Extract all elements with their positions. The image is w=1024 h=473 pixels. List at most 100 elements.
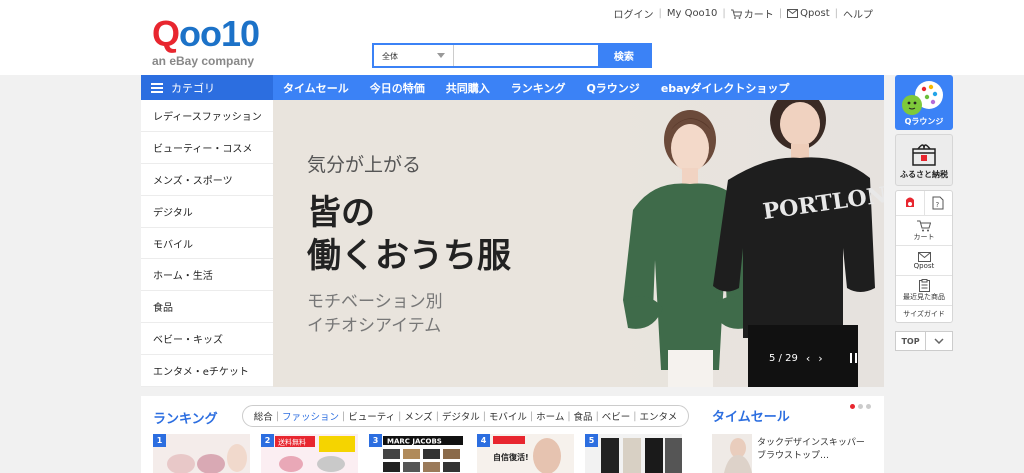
timesale-item[interactable]: タックデザインスキッパーブラウストップ…	[712, 434, 872, 473]
svg-text:?: ?	[936, 201, 940, 209]
ranking-title[interactable]: ランキング	[153, 408, 218, 427]
banner-tagline: 気分が上がる	[307, 154, 422, 176]
my-qoo10-label: My Qoo10	[666, 8, 718, 19]
chevron-left-icon[interactable]: ‹	[806, 352, 810, 365]
logo-subtitle: an eBay company	[152, 54, 255, 68]
ranking-tab-mens[interactable]: メンズ	[401, 409, 435, 423]
furusato-label: ふるさと納税	[900, 170, 948, 179]
qlounge-button[interactable]: Qラウンジ	[895, 75, 953, 130]
sidebar-item-home[interactable]: ホーム・生活	[141, 259, 273, 292]
ranking-tab-food[interactable]: 食品	[571, 409, 596, 423]
right-quick-bar: Qラウンジ ふるさと納税 ? カート Qpost 最近見た商品 サイズガイド T…	[895, 75, 953, 351]
my-qoo10-link[interactable]: My Qoo10	[662, 8, 723, 19]
sidebar-item-food[interactable]: 食品	[141, 291, 273, 324]
nav-ebay-direct[interactable]: ebayダイレクトショップ	[661, 80, 790, 96]
quick-qpost[interactable]: Qpost	[896, 246, 952, 276]
qlounge-label: Qラウンジ	[904, 117, 944, 126]
logo-q: Q	[152, 13, 180, 54]
quick-qpost-label: Qpost	[913, 261, 935, 270]
coupon-icon[interactable]	[896, 191, 925, 215]
nav-timesale[interactable]: タイムセール	[283, 80, 349, 96]
header: Qoo10 an eBay company ログイン | My Qoo10 | …	[0, 0, 1024, 75]
product-thumbnail: 送料無料	[261, 434, 358, 473]
search-category-value: 全体	[382, 52, 398, 61]
cart-label: カート	[743, 10, 774, 21]
pause-icon[interactable]	[850, 353, 860, 363]
nav-ranking[interactable]: ランキング	[511, 80, 566, 96]
banner-subtext-line1: モチベーション別	[307, 292, 443, 312]
logo-rest: oo10	[179, 13, 260, 54]
help-link[interactable]: ヘルプ	[838, 6, 878, 21]
question-doc-icon[interactable]: ?	[925, 191, 953, 215]
login-label: ログイン	[613, 10, 654, 21]
ranking-number: 3	[369, 434, 382, 447]
quick-cart[interactable]: カート	[896, 216, 952, 246]
help-label: ヘルプ	[843, 10, 873, 21]
ranking-tab-home[interactable]: ホーム	[533, 409, 567, 423]
qpost-link[interactable]: Qpost	[782, 8, 834, 19]
sidebar-item-mobile[interactable]: モバイル	[141, 228, 273, 260]
product-thumbnail	[585, 434, 682, 473]
timesale-pager-dots	[850, 404, 874, 409]
mail-icon	[917, 251, 931, 262]
chevron-right-icon[interactable]: ›	[818, 352, 822, 365]
search-input[interactable]	[453, 45, 598, 66]
quick-recent[interactable]: 最近見た商品	[896, 276, 952, 306]
chevron-down-icon	[436, 53, 445, 58]
ranking-number: 4	[477, 434, 490, 447]
sidebar-item-baby[interactable]: ベビー・キッズ	[141, 323, 273, 356]
mail-icon	[787, 9, 799, 18]
sidebar-item-entertainment[interactable]: エンタメ・eチケット	[141, 355, 273, 388]
nav-group-buy[interactable]: 共同購入	[446, 80, 490, 96]
sidebar-item-digital[interactable]: デジタル	[141, 196, 273, 228]
ranking-tab-all[interactable]: 総合	[251, 409, 276, 423]
chevron-down-icon[interactable]	[926, 332, 952, 350]
ranking-item[interactable]: 4 自信復活!	[477, 434, 574, 473]
sidebar-item-mens[interactable]: メンズ・スポーツ	[141, 164, 273, 196]
ranking-tab-digital[interactable]: デジタル	[439, 409, 483, 423]
cart-link[interactable]: カート	[726, 6, 779, 21]
quick-size-guide[interactable]: サイズガイド	[896, 306, 952, 322]
nav-todays-deal[interactable]: 今日の特価	[370, 80, 425, 96]
ranking-item[interactable]: 1	[153, 434, 250, 473]
scroll-top-control: TOP	[895, 331, 953, 351]
ranking-tab-fashion[interactable]: ファッション	[279, 409, 342, 423]
banner-headline-line2: 働くおうち服	[307, 236, 511, 276]
sidebar-item-beauty[interactable]: ビューティー・コスメ	[141, 132, 273, 164]
ranking-item[interactable]: 3 MARC JACOBS	[369, 434, 466, 473]
top-button[interactable]: TOP	[896, 332, 926, 350]
search-bar: 全体 検索	[372, 43, 652, 68]
category-menu-button[interactable]: カテゴリ	[141, 75, 273, 100]
cart-icon	[730, 9, 742, 19]
search-category-select[interactable]: 全体	[374, 45, 454, 66]
ranking-tab-beauty[interactable]: ビューティ	[345, 409, 398, 423]
sidebar-item-ladies[interactable]: レディースファッション	[141, 100, 273, 132]
ranking-item[interactable]: 5	[585, 434, 682, 473]
category-sidebar: レディースファッション ビューティー・コスメ メンズ・スポーツ デジタル モバイ…	[141, 100, 273, 388]
search-button[interactable]: 検索	[597, 45, 650, 66]
gift-box-icon	[912, 144, 936, 166]
hero-banner[interactable]: PORTLON 気分が上がる 皆の 働くおうち服 モチベーション別 イチオシアイ…	[273, 100, 884, 387]
login-link[interactable]: ログイン	[608, 6, 658, 21]
pager-dot[interactable]	[858, 404, 863, 409]
ranking-tab-baby[interactable]: ベビー	[599, 409, 634, 423]
banner-headline-line1: 皆の	[307, 193, 375, 233]
ranking-number: 1	[153, 434, 166, 447]
qoo10-logo[interactable]: Qoo10 an eBay company	[152, 13, 260, 69]
ranking-tab-mobile[interactable]: モバイル	[486, 409, 530, 423]
timesale-thumbnail	[712, 434, 752, 473]
pager-dot[interactable]	[850, 404, 855, 409]
ranking-tabs: 総合 | ファッション | ビューティ | メンズ | デジタル | モバイル | ホーム |…	[242, 405, 689, 427]
main-nav: カテゴリ タイムセール 今日の特価 共同購入 ランキング Qラウンジ ebayダ…	[141, 75, 884, 100]
nav-qlounge[interactable]: Qラウンジ	[586, 80, 639, 96]
ranking-item[interactable]: 2 送料無料	[261, 434, 358, 473]
ranking-tab-entertainment[interactable]: エンタメ	[636, 409, 680, 423]
quick-cart-label: カート	[913, 232, 935, 241]
furusato-button[interactable]: ふるさと納税	[895, 134, 953, 186]
pager-dot[interactable]	[866, 404, 871, 409]
banner-counter: 5 / 29	[769, 353, 798, 364]
timesale-title[interactable]: タイムセール	[712, 406, 790, 425]
banner-pager: 5 / 29 ‹ ›	[769, 352, 823, 365]
product-thumbnail: MARC JACOBS	[369, 434, 466, 473]
quick-recent-label: 最近見た商品	[903, 293, 945, 301]
